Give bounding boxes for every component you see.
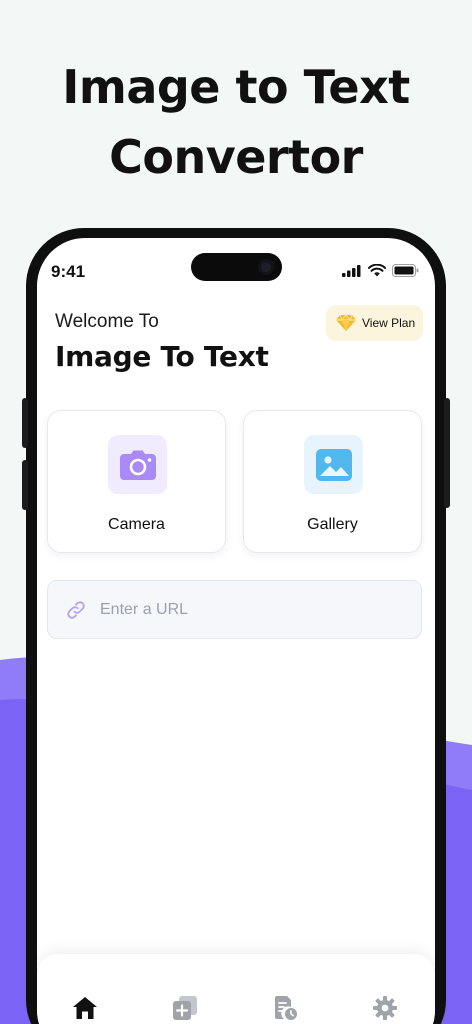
status-time: 9:41 <box>51 262 86 281</box>
url-input[interactable] <box>100 600 370 619</box>
tab-add[interactable] <box>171 994 199 1022</box>
camera-card[interactable]: Camera <box>47 410 226 553</box>
url-field[interactable] <box>47 580 422 639</box>
bottom-tab-bar <box>37 954 435 1024</box>
dynamic-island <box>191 253 282 281</box>
wifi-icon <box>368 264 386 277</box>
gallery-card[interactable]: Gallery <box>243 410 422 553</box>
camera-icon <box>119 450 156 480</box>
tab-home[interactable] <box>71 994 99 1022</box>
gallery-label: Gallery <box>307 516 358 533</box>
view-plan-button[interactable]: View Plan <box>326 305 423 341</box>
signal-icon <box>342 264 361 277</box>
camera-lens <box>258 259 274 275</box>
diamond-icon <box>336 314 356 331</box>
tab-settings[interactable] <box>371 994 399 1022</box>
phone-side-button-3 <box>444 398 450 508</box>
promo-title-line2: Convertor <box>109 130 363 184</box>
welcome-text: Welcome To <box>55 311 159 332</box>
link-icon <box>67 600 85 619</box>
battery-icon <box>392 264 419 277</box>
app-title: Image To Text <box>55 340 269 373</box>
phone-side-button-1 <box>22 398 28 448</box>
view-plan-label: View Plan <box>362 316 416 330</box>
promo-screen: Image to Text Convertor 9:41 Welcome To … <box>0 0 472 1024</box>
image-icon <box>315 448 352 481</box>
gallery-tile <box>304 435 363 494</box>
promo-title: Image to Text Convertor <box>0 52 472 192</box>
phone-screen: 9:41 Welcome To Image To Text View Plan … <box>37 238 435 1024</box>
promo-title-line1: Image to Text <box>62 60 410 114</box>
gear-icon <box>373 996 397 1020</box>
camera-label: Camera <box>108 516 165 533</box>
document-history-icon <box>275 996 297 1020</box>
add-document-icon <box>173 996 197 1020</box>
home-icon <box>73 997 97 1019</box>
camera-tile <box>108 435 167 494</box>
status-icons <box>342 264 419 277</box>
tab-history[interactable] <box>271 994 299 1022</box>
phone-side-button-2 <box>22 460 28 510</box>
